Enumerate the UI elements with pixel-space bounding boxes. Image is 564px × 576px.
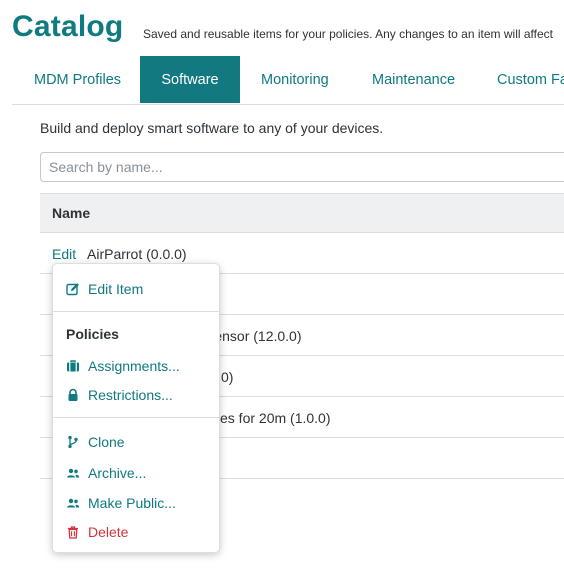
menu-item-label: Archive... (88, 465, 147, 481)
table-header: Name (40, 193, 564, 233)
tab-maintenance[interactable]: Maintenance (372, 56, 455, 103)
page-subtitle: Saved and reusable items for your polici… (143, 27, 553, 41)
row-name: 0) (221, 369, 234, 385)
tab-custom-fa[interactable]: Custom Fa (497, 56, 564, 103)
menu-item-label: Assignments... (88, 358, 180, 374)
edit-link[interactable]: Edit (52, 246, 76, 262)
tab-mdm-profiles[interactable]: MDM Profiles (34, 56, 121, 103)
page-title: Catalog (12, 10, 124, 43)
users-icon (67, 498, 80, 508)
users-icon (67, 468, 80, 478)
search-input[interactable] (40, 152, 564, 182)
tab-software[interactable]: Software (140, 56, 240, 103)
menu-item-label: Delete (88, 524, 129, 540)
row-action-menu: Edit Item Policies Assignments... Restri… (52, 263, 220, 553)
briefcase-icon (67, 360, 79, 372)
menu-item-label: Clone (88, 434, 125, 450)
branch-icon (68, 435, 78, 449)
tab-bar: MDM Profiles Software Monitoring Mainten… (12, 56, 564, 105)
menu-item-label: Make Public... (88, 495, 176, 511)
menu-divider (53, 417, 219, 418)
edit-icon (66, 283, 79, 296)
row-name: AirParrot (0.0.0) (87, 246, 187, 262)
intro-text: Build and deploy smart software to any o… (40, 120, 384, 136)
lock-icon (68, 388, 78, 401)
trash-icon (68, 526, 78, 539)
tab-monitoring[interactable]: Monitoring (261, 56, 329, 103)
menu-item-label: Restrictions... (88, 387, 173, 403)
row-name: es for 20m (1.0.0) (220, 410, 331, 426)
page-header: Catalog Saved and reusable items for you… (12, 8, 564, 48)
menu-item-label: Edit Item (88, 281, 144, 297)
column-header-name: Name (52, 205, 91, 221)
policies-heading: Policies (66, 326, 119, 342)
menu-divider (53, 311, 219, 312)
